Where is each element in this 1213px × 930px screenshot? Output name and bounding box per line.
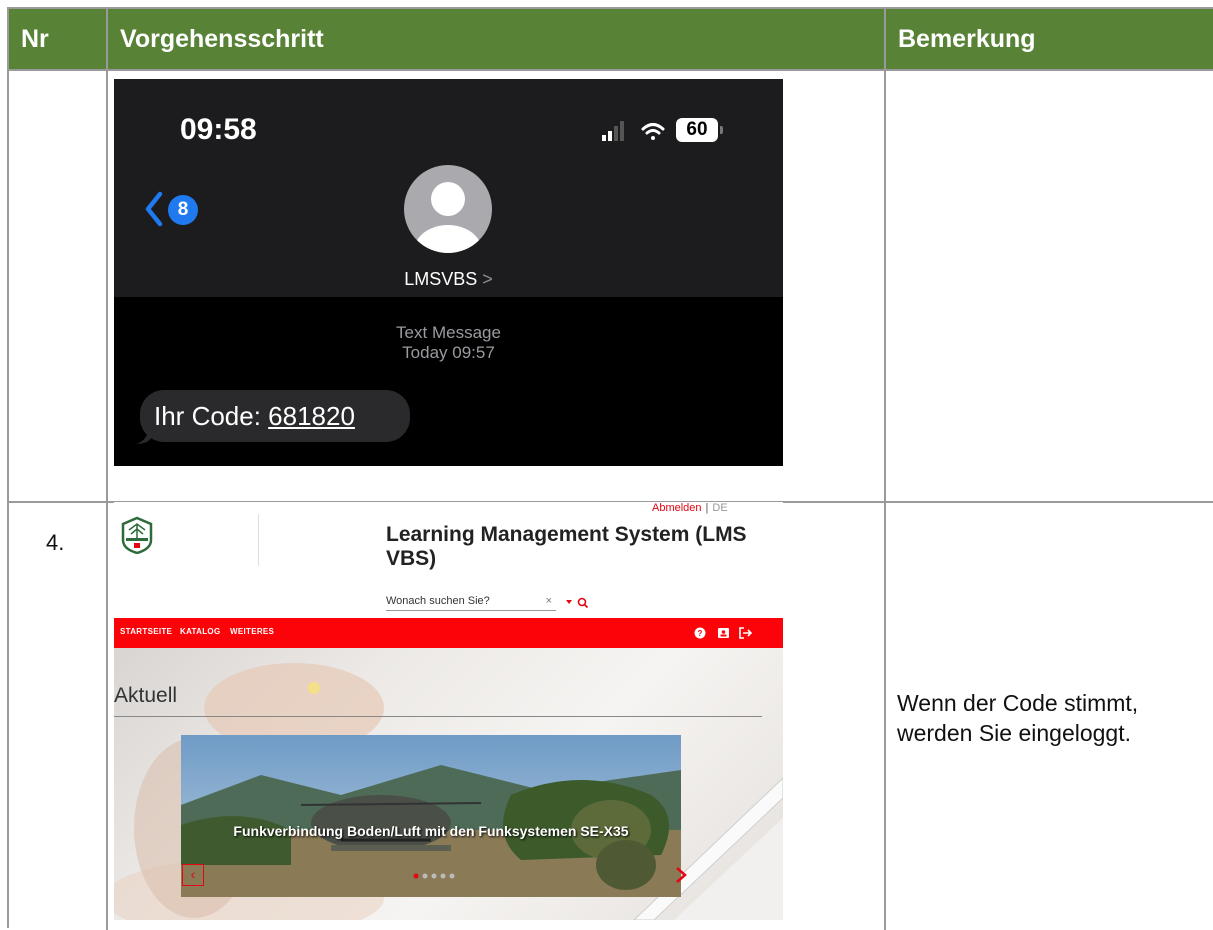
search-input[interactable]: Wonach suchen Sie? ×: [386, 594, 556, 611]
svg-text:?: ?: [698, 629, 703, 638]
message-meta: Text Message Today 09:57: [114, 323, 783, 363]
unread-count-badge[interactable]: 8: [168, 195, 198, 225]
remark-line-1: Wenn der Code stimmt,: [897, 690, 1139, 716]
message-prefix: Ihr Code:: [154, 401, 269, 431]
remark-line-2: werden Sie eingeloggt.: [897, 720, 1131, 746]
row-divider: [9, 69, 1213, 71]
message-type: Text Message: [396, 323, 501, 342]
separator: |: [705, 502, 709, 514]
section-underline: [114, 716, 762, 717]
column-divider: [884, 9, 886, 930]
help-icon: ?: [694, 627, 706, 639]
search-icon[interactable]: [566, 597, 596, 609]
battery-icon: 60: [676, 118, 718, 142]
carousel-dots: [413, 873, 455, 879]
chevron-right-icon: >: [482, 269, 493, 289]
contact-name[interactable]: LMSVBS >: [114, 269, 783, 290]
slide-caption: Funkverbindung Boden/Luft mit den Funksy…: [233, 823, 629, 839]
carousel-dot[interactable]: [449, 873, 455, 879]
message-timestamp: Today 09:57: [402, 343, 495, 362]
language-select[interactable]: DE: [712, 502, 727, 514]
status-icons: [602, 121, 665, 141]
message-code-link[interactable]: 681820: [268, 401, 355, 431]
back-chevron-icon[interactable]: [144, 191, 164, 227]
header-step: Vorgehensschritt: [108, 9, 884, 69]
logout-icon: [739, 627, 753, 639]
carousel-prev-button[interactable]: ‹: [182, 864, 204, 886]
section-title: Aktuell: [114, 684, 178, 707]
lms-screenshot: Abmelden | DE Learning Management System (…: [114, 502, 783, 920]
profile-icon: [718, 628, 729, 638]
battery-tip: [720, 126, 723, 134]
remark-text: Wenn der Code stimmt, werden Sie eingelo…: [897, 688, 1138, 748]
nav-item-weiteres[interactable]: WEITERES: [230, 627, 274, 636]
nav-item-startseite[interactable]: STARTSEITE: [120, 627, 172, 636]
carousel-dot[interactable]: [431, 873, 437, 879]
carousel-dot[interactable]: [413, 873, 419, 879]
nav-action-icons: ?: [694, 627, 753, 639]
sms-screenshot: 09:58 60 8 LMSVBS > Text Message Today 0…: [114, 79, 783, 466]
column-divider: [106, 9, 108, 930]
bubble-tail: [136, 431, 152, 444]
carousel-next-icon[interactable]: [674, 866, 688, 884]
contact-avatar-icon[interactable]: [404, 165, 492, 253]
status-time: 09:58: [180, 113, 257, 146]
digital-learning-logo-icon: [121, 516, 153, 554]
contact-label: LMSVBS: [404, 269, 478, 289]
lms-title: Learning Management System (LMS VBS): [386, 523, 747, 570]
header-nr: Nr: [9, 9, 106, 69]
search-placeholder: Wonach suchen Sie?: [386, 595, 490, 607]
carousel-dot[interactable]: [440, 873, 446, 879]
logout-link[interactable]: Abmelden: [652, 502, 702, 514]
wifi-icon: [641, 123, 665, 140]
row-number: 4.: [46, 530, 65, 555]
message-bubble: Ihr Code: 681820: [140, 390, 410, 442]
header-divider: [258, 514, 259, 566]
search-clear-icon[interactable]: ×: [546, 594, 552, 608]
header-remark: Bemerkung: [886, 9, 1213, 69]
main-nav: STARTSEITE KATALOG WEITERES ?: [114, 618, 783, 648]
nav-item-katalog[interactable]: KATALOG: [180, 627, 220, 636]
signal-icon: [602, 121, 624, 141]
carousel-dot[interactable]: [422, 873, 428, 879]
login-bar: Abmelden | DE: [652, 502, 728, 514]
